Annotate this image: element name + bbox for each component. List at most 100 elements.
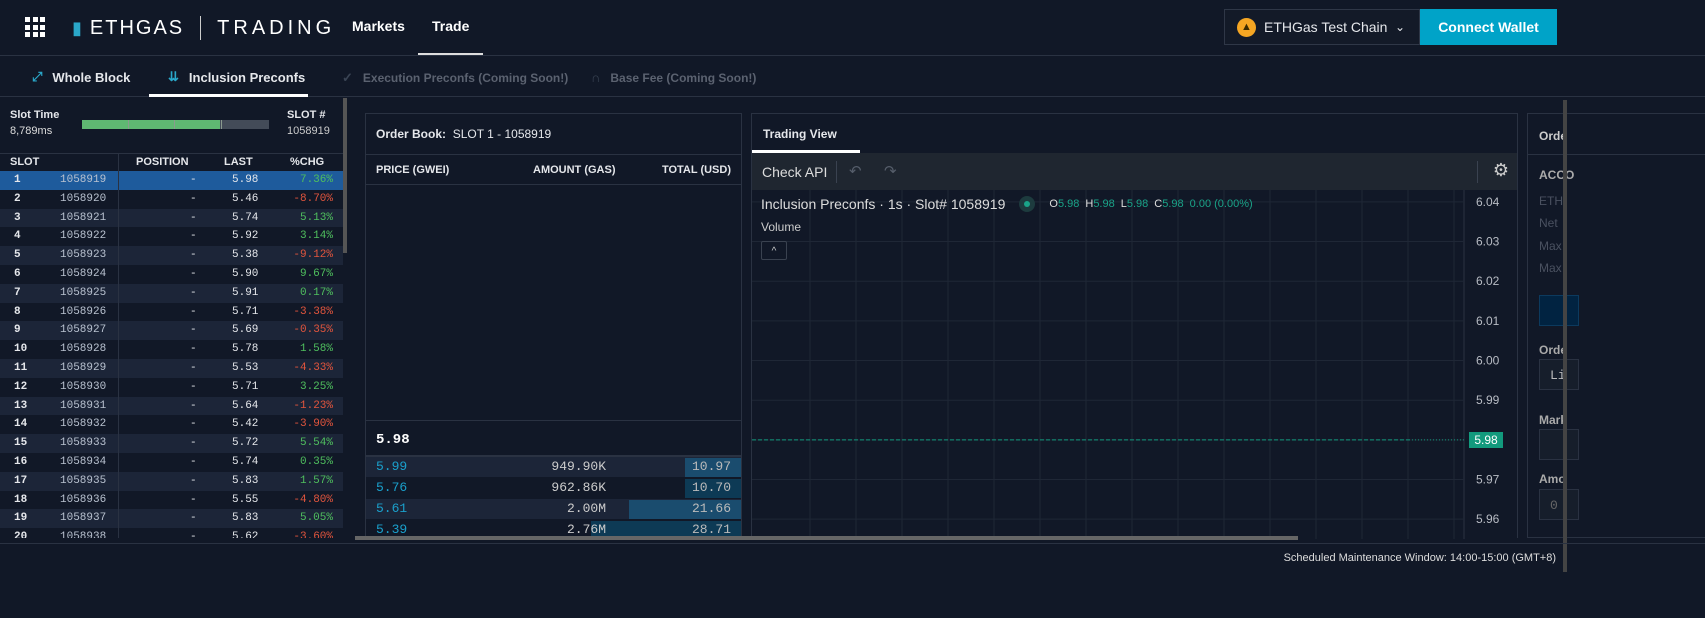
order-book-row[interactable]: 5.76 962.86K 10.70 bbox=[366, 478, 741, 498]
tab-inclusion-preconfs[interactable]: ⇊ Inclusion Preconfs bbox=[168, 69, 305, 85]
slot-change: 5.13% bbox=[299, 211, 333, 224]
ask-price: 5.61 bbox=[376, 501, 408, 516]
trading-view-panel: Trading View Check API ↶ ↷ ⚙ 6.04 6.03 6.0… bbox=[751, 113, 1518, 539]
slot-row[interactable]: 7 1058925 - 5.91 0.17% bbox=[0, 283, 343, 303]
tab-whole-block[interactable]: ⤢ Whole Block bbox=[32, 69, 130, 85]
progress-fill bbox=[82, 120, 221, 129]
tab-base-fee: ∩ Base Fee (Coming Soon!) bbox=[591, 70, 756, 85]
max-label: Max bbox=[1539, 239, 1562, 253]
brand-logo[interactable]: ▮ ETHGAS TRADING bbox=[72, 16, 335, 40]
slot-row[interactable]: 6 1058924 - 5.90 9.67% bbox=[0, 265, 343, 284]
slot-row[interactable]: 3 1058921 - 5.74 5.13% bbox=[0, 208, 343, 228]
slot-index: 4 bbox=[14, 230, 21, 243]
tab-trading-view[interactable]: Trading View bbox=[763, 127, 837, 141]
slot-index: 7 bbox=[14, 286, 21, 299]
nav-trade[interactable]: Trade bbox=[432, 18, 469, 34]
undo-icon[interactable]: ↶ bbox=[849, 162, 862, 180]
gear-icon[interactable]: ⚙ bbox=[1493, 160, 1509, 181]
slot-index: 3 bbox=[14, 211, 21, 224]
order-book-row[interactable]: 5.99 949.90K 10.97 bbox=[366, 457, 741, 477]
price-chart[interactable]: 6.04 6.03 6.02 6.01 6.00 5.99 5.97 5.96 bbox=[752, 190, 1517, 539]
market-input[interactable] bbox=[1539, 429, 1579, 460]
page-scrollbar[interactable] bbox=[1563, 100, 1567, 572]
status-bar: Scheduled Maintenance Window: 14:00-15:0… bbox=[0, 543, 1705, 568]
slot-row[interactable]: 1 1058919 - 5.98 7.36% bbox=[0, 171, 343, 190]
slot-row[interactable]: 2 1058920 - 5.46 -8.70% bbox=[0, 190, 343, 209]
ethgas-flame-icon: ▮ bbox=[72, 17, 84, 38]
col-total: TOTAL (USD) bbox=[661, 164, 731, 176]
net-label: Net bbox=[1539, 216, 1558, 230]
tab-label: Whole Block bbox=[52, 69, 131, 85]
slot-position: - bbox=[190, 474, 197, 487]
connect-wallet-button[interactable]: Connect Wallet bbox=[1420, 9, 1557, 45]
eth-label: ETH bbox=[1539, 194, 1563, 208]
slot-row[interactable]: 5 1058923 - 5.38 -9.12% bbox=[0, 246, 343, 265]
slot-list-scrollbar[interactable] bbox=[343, 98, 347, 253]
side-toggle-button[interactable] bbox=[1539, 295, 1579, 326]
slot-index: 2 bbox=[14, 192, 21, 205]
slot-row[interactable]: 19 1058937 - 5.83 5.05% bbox=[0, 509, 343, 529]
slot-row[interactable]: 18 1058936 - 5.55 -4.80% bbox=[0, 491, 343, 510]
slot-table-header: SLOT POSITION LAST %CHG bbox=[0, 153, 345, 170]
slot-index: 5 bbox=[14, 249, 21, 262]
order-book-header: PRICE (GWEI) AMOUNT (GAS) TOTAL (USD) bbox=[366, 154, 741, 185]
ask-amount: 949.90K bbox=[551, 459, 606, 474]
slot-row[interactable]: 4 1058922 - 5.92 3.14% bbox=[0, 227, 343, 246]
current-price-tag: 5.98 bbox=[1469, 431, 1503, 448]
slot-row[interactable]: 14 1058932 - 5.42 -3.90% bbox=[0, 415, 343, 434]
slot-index: 20 bbox=[14, 531, 28, 538]
slot-id: 1058929 bbox=[60, 362, 107, 374]
order-book-row[interactable]: 5.61 2.00M 21.66 bbox=[366, 499, 741, 519]
redo-icon[interactable]: ↷ bbox=[884, 162, 897, 180]
slot-position: - bbox=[190, 531, 197, 538]
slot-row[interactable]: 20 1058938 - 5.62 -3.60% bbox=[0, 528, 343, 538]
order-type-select[interactable]: Li bbox=[1539, 359, 1579, 390]
slot-row[interactable]: 11 1058929 - 5.53 -4.33% bbox=[0, 359, 343, 378]
slot-row[interactable]: 9 1058927 - 5.69 -0.35% bbox=[0, 321, 343, 341]
check-api-button[interactable]: Check API bbox=[762, 164, 827, 180]
chart-toolbar: Check API ↶ ↷ ⚙ bbox=[752, 153, 1517, 190]
slot-position: - bbox=[190, 305, 197, 318]
slot-last: 5.64 bbox=[232, 399, 259, 412]
slot-last: 5.38 bbox=[232, 249, 259, 262]
product-tabs: ⤢ Whole Block ⇊ Inclusion Preconfs ✓ Execut… bbox=[0, 57, 1705, 97]
brand-divider bbox=[200, 16, 202, 40]
slot-change: -1.23% bbox=[293, 399, 333, 412]
slot-change: 7.36% bbox=[299, 174, 333, 186]
col-chg: %CHG bbox=[290, 156, 325, 168]
check-icon: ✓ bbox=[342, 70, 353, 85]
divider bbox=[1528, 154, 1705, 155]
chain-selector[interactable]: ▲ ETHGas Test Chain ⌄ bbox=[1224, 9, 1420, 45]
slot-id: 1058921 bbox=[60, 211, 107, 224]
slot-row[interactable]: 13 1058931 - 5.64 -1.23% bbox=[0, 396, 343, 416]
high-value: 5.98 bbox=[1093, 198, 1115, 210]
slot-row[interactable]: 16 1058934 - 5.74 0.35% bbox=[0, 453, 343, 472]
volume-collapse-button[interactable]: ^ bbox=[761, 241, 787, 260]
amount-input[interactable]: 0 bbox=[1539, 489, 1579, 520]
slot-position: - bbox=[190, 211, 197, 224]
slot-last: 5.78 bbox=[232, 343, 259, 356]
slot-row[interactable]: 15 1058933 - 5.72 5.54% bbox=[0, 434, 343, 453]
ask-amount: 2.00M bbox=[566, 501, 606, 516]
slot-last: 5.91 bbox=[232, 286, 259, 299]
arch-icon: ∩ bbox=[591, 70, 601, 85]
slot-id: 1058925 bbox=[60, 286, 107, 299]
slot-change: 1.57% bbox=[299, 474, 333, 487]
chain-coin-icon: ▲ bbox=[1237, 17, 1256, 37]
slot-time-label: Slot Time bbox=[10, 109, 60, 121]
apps-grid-icon[interactable] bbox=[25, 17, 45, 37]
slot-number-value: 1058919 bbox=[287, 125, 330, 137]
nav-markets[interactable]: Markets bbox=[352, 18, 405, 34]
slot-change: -4.80% bbox=[293, 493, 333, 506]
slot-row[interactable]: 17 1058935 - 5.83 1.57% bbox=[0, 471, 343, 491]
horizontal-scrollbar[interactable] bbox=[355, 536, 1298, 540]
col-slot: SLOT bbox=[10, 156, 40, 168]
slot-last: 5.42 bbox=[232, 418, 259, 431]
slot-row[interactable]: 10 1058928 - 5.78 1.58% bbox=[0, 340, 343, 359]
slot-position: - bbox=[190, 249, 197, 262]
slot-change: -4.33% bbox=[293, 362, 333, 374]
col-position: POSITION bbox=[136, 156, 189, 168]
chevron-down-icon: ⌄ bbox=[1394, 20, 1405, 34]
slot-row[interactable]: 8 1058926 - 5.71 -3.38% bbox=[0, 303, 343, 322]
slot-row[interactable]: 12 1058930 - 5.71 3.25% bbox=[0, 378, 343, 397]
